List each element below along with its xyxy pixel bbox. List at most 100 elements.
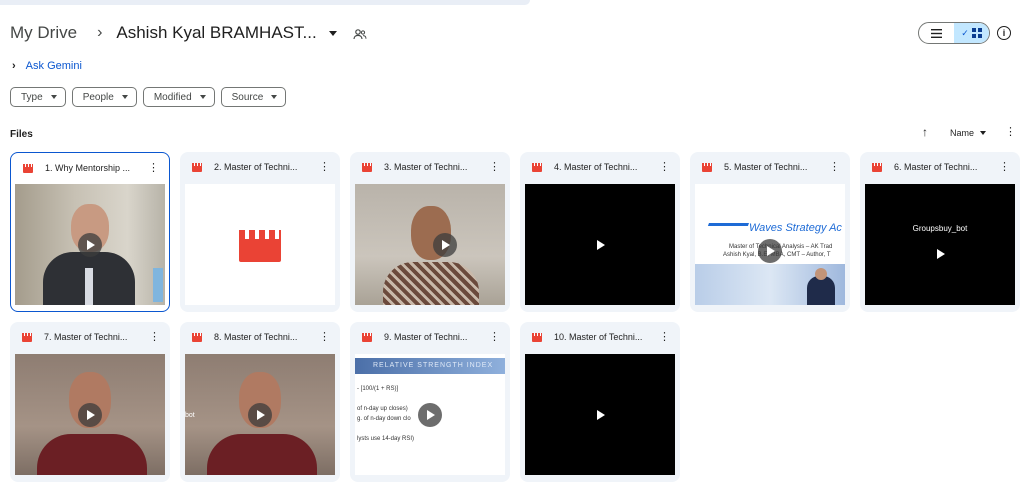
video-thumbnail[interactable]: RELATIVE STRENGTH INDEX - [100/(1 + RS)]… [355, 354, 505, 475]
slide-text: - [100/(1 + RS)] [357, 386, 399, 392]
video-thumbnail[interactable] [15, 354, 165, 475]
file-card[interactable]: 9. Master of Techni... ⋮ RELATIVE STRENG… [350, 322, 510, 482]
filter-source[interactable]: Source [220, 87, 287, 107]
video-file-icon [362, 332, 372, 342]
more-options-icon[interactable]: ⋮ [829, 162, 840, 173]
breadcrumb-separator-icon: › [97, 24, 103, 41]
video-thumbnail[interactable] [15, 184, 165, 305]
files-section-label: Files [10, 129, 33, 140]
chevron-right-icon: › [12, 60, 16, 72]
info-icon[interactable]: i [997, 26, 1011, 40]
list-icon [931, 28, 942, 38]
more-options-icon[interactable]: ⋮ [489, 332, 500, 343]
video-thumbnail[interactable]: bot [185, 354, 335, 475]
sort-direction-icon[interactable]: ↑ [922, 125, 928, 139]
more-options-icon[interactable]: ⋮ [1005, 127, 1016, 138]
file-name: 3. Master of Techni... [384, 162, 468, 172]
play-icon[interactable] [248, 402, 272, 427]
check-icon: ✓ [961, 27, 969, 38]
video-thumbnail[interactable] [525, 184, 675, 305]
play-icon[interactable] [433, 232, 457, 257]
slide-text: g. of n-day down clo [357, 416, 411, 422]
top-search-strip [0, 0, 530, 5]
dropdown-icon [121, 95, 128, 99]
video-file-icon [192, 162, 202, 172]
play-icon[interactable] [928, 242, 952, 266]
file-name: 6. Master of Techni... [894, 162, 978, 172]
slide-title: RELATIVE STRENGTH INDEX [373, 362, 494, 369]
play-icon[interactable] [588, 403, 612, 427]
grid-view-button[interactable]: ✓ [954, 23, 989, 43]
more-options-icon[interactable]: ⋮ [319, 332, 330, 343]
more-options-icon[interactable]: ⋮ [999, 162, 1010, 173]
list-view-button[interactable] [919, 23, 954, 43]
file-name: 4. Master of Techni... [554, 162, 638, 172]
video-file-icon [22, 332, 32, 342]
slide-text: of n-day up closes) [357, 406, 408, 412]
file-grid: 1. Why Mentorship ... ⋮ 2. Master of Tec… [10, 152, 1020, 482]
filter-label: People [82, 91, 114, 103]
video-file-icon [532, 332, 542, 342]
video-file-icon [872, 162, 882, 172]
play-icon[interactable] [78, 402, 102, 427]
video-thumbnail[interactable] [185, 184, 335, 305]
file-card[interactable]: 6. Master of Techni... ⋮ Groupsbuy_bot [860, 152, 1020, 312]
more-options-icon[interactable]: ⋮ [659, 332, 670, 343]
slide-brand: Waves Strategy Ac [749, 222, 842, 234]
file-name: 7. Master of Techni... [44, 332, 128, 342]
slide-text: lysts use 14-day RSI) [357, 436, 415, 442]
dropdown-icon [50, 95, 57, 99]
file-card[interactable]: 10. Master of Techni... ⋮ [520, 322, 680, 482]
more-options-icon[interactable]: ⋮ [149, 332, 160, 343]
file-name: 1. Why Mentorship ... [45, 163, 131, 173]
filter-label: Type [21, 91, 43, 103]
video-thumbnail[interactable] [355, 184, 505, 305]
video-file-icon [362, 162, 372, 172]
grid-icon [971, 28, 982, 38]
play-icon[interactable] [588, 233, 612, 257]
breadcrumb-my-drive[interactable]: My Drive [10, 23, 77, 43]
more-options-icon[interactable]: ⋮ [319, 162, 330, 173]
ask-gemini[interactable]: › Ask Gemini [12, 60, 82, 72]
more-options-icon[interactable]: ⋮ [659, 162, 670, 173]
more-options-icon[interactable]: ⋮ [489, 162, 500, 173]
file-card[interactable]: 4. Master of Techni... ⋮ [520, 152, 680, 312]
video-thumbnail[interactable] [525, 354, 675, 475]
filter-people[interactable]: People [71, 87, 137, 107]
video-thumbnail[interactable]: Waves Strategy Ac Master of Technical An… [695, 184, 845, 305]
dropdown-icon [199, 95, 206, 99]
file-card[interactable]: 5. Master of Techni... ⋮ Waves Strategy … [690, 152, 850, 312]
file-name: 10. Master of Techni... [554, 332, 643, 342]
filter-label: Modified [153, 91, 192, 103]
video-file-icon [532, 162, 542, 172]
video-file-icon [702, 162, 712, 172]
file-name: 9. Master of Techni... [384, 332, 468, 342]
file-card[interactable]: 3. Master of Techni... ⋮ [350, 152, 510, 312]
video-thumbnail[interactable]: Groupsbuy_bot [865, 184, 1015, 305]
video-caption: Groupsbuy_bot [912, 224, 968, 233]
breadcrumb-current-folder[interactable]: Ashish Kyal BRAMHAST... [116, 23, 316, 43]
file-card[interactable]: 7. Master of Techni... ⋮ [10, 322, 170, 482]
sort-by-button[interactable]: Name [950, 128, 987, 138]
dropdown-icon [271, 95, 278, 99]
play-icon[interactable] [78, 232, 102, 257]
sort-label: Name [950, 128, 975, 138]
file-name: 5. Master of Techni... [724, 162, 808, 172]
view-toggle: ✓ [918, 22, 990, 44]
play-icon[interactable] [418, 402, 442, 427]
filter-chips: Type People Modified Source [10, 87, 287, 107]
file-card[interactable]: 8. Master of Techni... ⋮ bot [180, 322, 340, 482]
filter-modified[interactable]: Modified [142, 87, 215, 107]
file-card[interactable]: 2. Master of Techni... ⋮ [180, 152, 340, 312]
folder-menu-caret-icon[interactable] [328, 30, 337, 36]
filter-label: Source [231, 91, 264, 103]
breadcrumb: My Drive › Ashish Kyal BRAMHAST... [10, 20, 367, 46]
video-file-icon [23, 163, 33, 173]
filter-type[interactable]: Type [10, 87, 66, 107]
video-overlay-text: bot [185, 412, 195, 419]
more-options-icon[interactable]: ⋮ [148, 163, 159, 174]
play-icon[interactable] [758, 238, 782, 263]
people-icon[interactable] [353, 27, 367, 40]
video-file-icon [192, 332, 202, 342]
file-card[interactable]: 1. Why Mentorship ... ⋮ [10, 152, 170, 312]
